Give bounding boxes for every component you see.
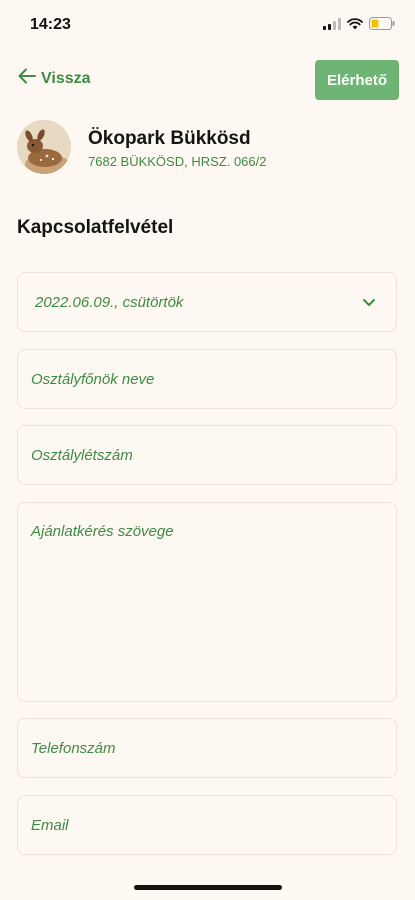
cellular-signal-icon — [323, 17, 341, 35]
request-text-placeholder: Ajánlatkérés szövege — [31, 523, 174, 540]
class-size-placeholder: Osztálylétszám — [31, 447, 133, 464]
avatar — [17, 120, 71, 174]
status-time: 14:23 — [30, 16, 71, 33]
class-size-field[interactable]: Osztálylétszám — [17, 425, 397, 485]
wifi-icon — [347, 17, 363, 35]
profile-address: 7682 BÜKKÖSD, HRSZ. 066/2 — [88, 154, 267, 169]
status-icons — [323, 17, 395, 35]
battery-icon — [369, 17, 395, 35]
fawn-photo-icon — [17, 120, 71, 174]
chevron-down-icon — [362, 295, 376, 313]
date-value: 2022.06.09., csütörtök — [35, 294, 184, 311]
section-title: Kapcsolatfelvétel — [17, 217, 174, 238]
back-label: Vissza — [41, 69, 91, 87]
email-placeholder: Email — [31, 817, 69, 834]
status-bar: 14:23 — [0, 0, 415, 50]
profile-card: Ökopark Bükkösd 7682 BÜKKÖSD, HRSZ. 066/… — [17, 120, 397, 176]
header: Vissza Elérhető — [0, 60, 415, 102]
teacher-name-placeholder: Osztályfőnök neve — [31, 371, 155, 388]
home-indicator[interactable] — [134, 885, 282, 890]
phone-placeholder: Telefonszám — [31, 740, 116, 757]
teacher-name-field[interactable]: Osztályfőnök neve — [17, 349, 397, 409]
request-text-area[interactable]: Ajánlatkérés szövege — [17, 502, 397, 702]
profile-name: Ökopark Bükkösd — [88, 128, 251, 149]
arrow-left-icon — [18, 68, 36, 89]
available-button[interactable]: Elérhető — [315, 60, 399, 100]
back-button[interactable]: Vissza — [18, 68, 91, 89]
date-select[interactable]: 2022.06.09., csütörtök — [17, 272, 397, 332]
email-field[interactable]: Email — [17, 795, 397, 855]
phone-field[interactable]: Telefonszám — [17, 718, 397, 778]
